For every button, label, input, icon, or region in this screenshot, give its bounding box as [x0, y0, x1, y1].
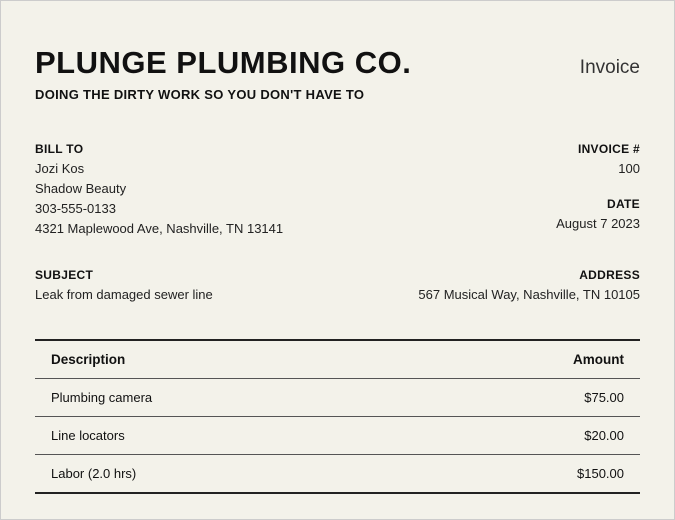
col-header-description: Description: [51, 352, 125, 367]
subject-label: SUBJECT: [35, 268, 213, 282]
bill-to-company: Shadow Beauty: [35, 179, 283, 199]
line-items-table: Description Amount Plumbing camera $75.0…: [35, 339, 640, 494]
invoice-number-label: INVOICE #: [556, 142, 640, 156]
invoice-date: August 7 2023: [556, 214, 640, 234]
bill-to-address: 4321 Maplewood Ave, Nashville, TN 13141: [35, 219, 283, 239]
item-amount: $75.00: [584, 390, 624, 405]
document-type: Invoice: [580, 57, 640, 79]
item-amount: $150.00: [577, 466, 624, 481]
item-amount: $20.00: [584, 428, 624, 443]
item-description: Line locators: [51, 428, 125, 443]
company-name: PLUNGE PLUMBING CO.: [35, 45, 411, 81]
bill-to-name: Jozi Kos: [35, 159, 283, 179]
col-header-amount: Amount: [573, 352, 624, 367]
bill-to-phone: 303-555-0133: [35, 199, 283, 219]
item-description: Labor (2.0 hrs): [51, 466, 136, 481]
company-tagline: DOING THE DIRTY WORK SO YOU DON'T HAVE T…: [35, 87, 640, 102]
invoice-number: 100: [556, 159, 640, 179]
service-address-label: ADDRESS: [418, 268, 640, 282]
subject-text: Leak from damaged sewer line: [35, 285, 213, 305]
table-bottom-rule: [35, 492, 640, 494]
table-row: Plumbing camera $75.00: [35, 379, 640, 416]
invoice-date-label: DATE: [556, 197, 640, 211]
item-description: Plumbing camera: [51, 390, 152, 405]
table-row: Labor (2.0 hrs) $150.00: [35, 455, 640, 492]
service-address-text: 567 Musical Way, Nashville, TN 10105: [418, 285, 640, 305]
table-row: Line locators $20.00: [35, 417, 640, 454]
bill-to-label: BILL TO: [35, 142, 283, 156]
